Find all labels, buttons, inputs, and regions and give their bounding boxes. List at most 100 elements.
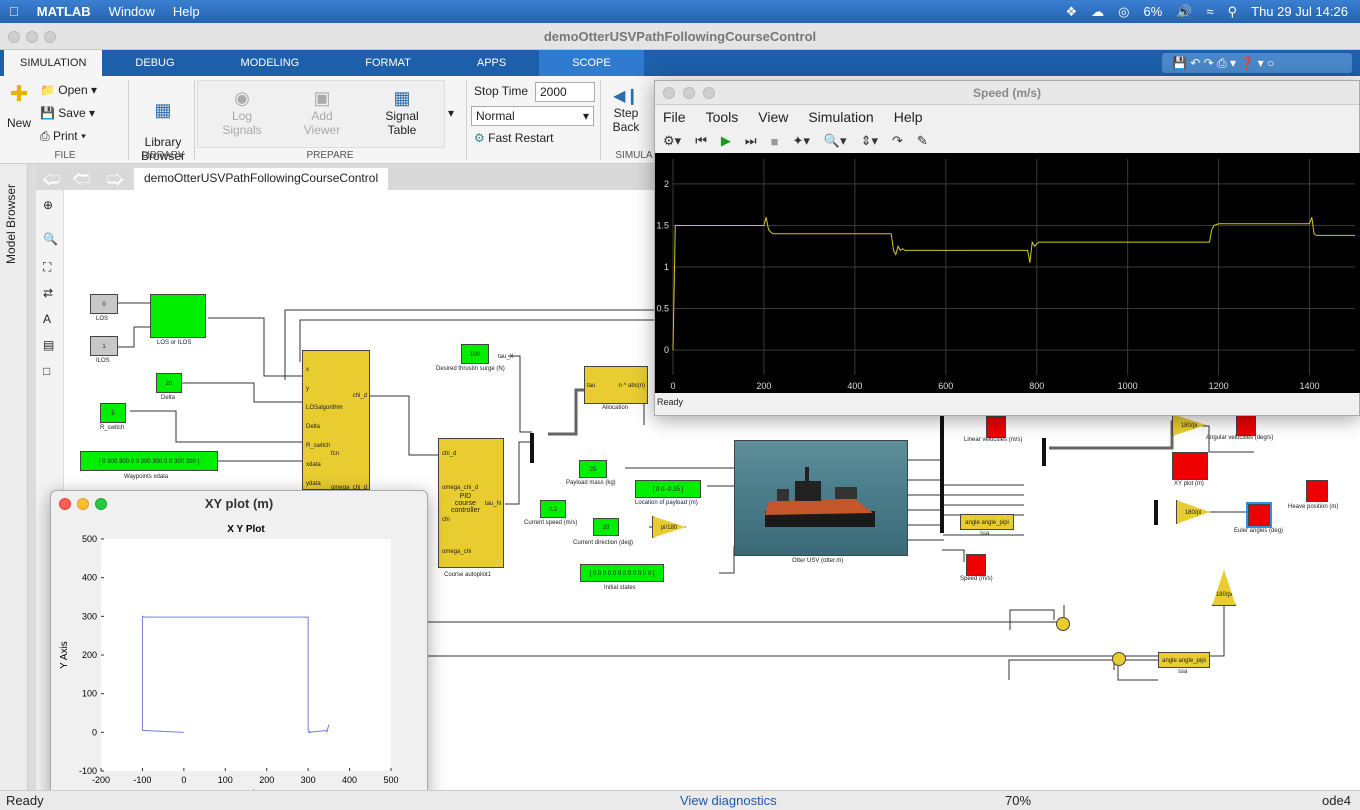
location-constant[interactable]: [ 0 0 -0.35 ] bbox=[635, 480, 701, 498]
dropbox-icon[interactable]: ❖ bbox=[1065, 4, 1077, 20]
new-button[interactable]: ✚ New bbox=[4, 82, 34, 131]
current-speed-constant[interactable]: 0.2 bbox=[540, 500, 566, 518]
run-icon[interactable]: ▶ bbox=[721, 133, 731, 149]
scale-icon[interactable]: ⇕▾ bbox=[861, 133, 878, 149]
payload-constant[interactable]: 25 bbox=[579, 460, 607, 478]
zoom-level: 70% bbox=[1005, 793, 1032, 808]
xy-zoom-button[interactable] bbox=[95, 498, 107, 510]
zoom-icon[interactable]: 🔍▾ bbox=[824, 133, 847, 149]
highlight-icon[interactable]: ✦▾ bbox=[792, 133, 809, 149]
step-back-button[interactable]: ◀❙ Step Back bbox=[604, 86, 648, 134]
search-icon[interactable]: ⚲ bbox=[1228, 4, 1238, 20]
hide-show-icon[interactable]: ⊕ bbox=[43, 198, 53, 212]
arrow-icon[interactable]: ⇄ bbox=[43, 286, 53, 300]
image-icon[interactable]: ▤ bbox=[43, 338, 54, 352]
euler-angles-scope[interactable] bbox=[1246, 502, 1272, 528]
thrust-constant[interactable]: 100 bbox=[461, 344, 489, 364]
globe-icon[interactable]: ◎ bbox=[1118, 4, 1129, 20]
tab-apps[interactable]: APPS bbox=[444, 50, 539, 76]
zoom-button[interactable] bbox=[44, 31, 56, 43]
annotation-icon[interactable]: A bbox=[43, 312, 51, 326]
xy-y-tick: 0 bbox=[92, 727, 97, 737]
scope-menu-simulation[interactable]: Simulation bbox=[808, 109, 873, 125]
scope-zoom-button[interactable] bbox=[703, 87, 715, 99]
battery-percent: 6% bbox=[1143, 4, 1163, 19]
minimize-button[interactable] bbox=[26, 31, 38, 43]
print-button[interactable]: ⎙ Print ▾ bbox=[40, 129, 86, 144]
simulation-mode-select[interactable]: Normal ▾ bbox=[471, 106, 594, 126]
xy-minimize-button[interactable] bbox=[77, 498, 89, 510]
ilos-constant[interactable]: 1 bbox=[90, 336, 118, 356]
current-direction-constant[interactable]: 20 bbox=[593, 518, 619, 536]
linear-velocities-scope[interactable] bbox=[986, 416, 1006, 438]
angular-velocities-scope[interactable] bbox=[1236, 414, 1256, 436]
edit-icon[interactable]: ✎ bbox=[917, 133, 928, 149]
breadcrumb[interactable]: demoOtterUSVPathFollowingCourseControl bbox=[134, 168, 389, 190]
ssa-block-1[interactable]: angle angle_pipi bbox=[960, 514, 1014, 530]
step-back-label: Step Back bbox=[612, 106, 640, 134]
volume-icon[interactable]: 🔊 bbox=[1176, 4, 1192, 20]
los-switch[interactable] bbox=[150, 294, 206, 338]
stop-time-input[interactable]: 2000 bbox=[535, 82, 595, 102]
step-back-icon[interactable]: ⏮ bbox=[695, 133, 707, 149]
tab-debug[interactable]: DEBUG bbox=[102, 50, 207, 76]
step-forward-icon[interactable]: ⏭ bbox=[745, 133, 757, 149]
menu-help[interactable]: Help bbox=[164, 4, 209, 19]
save-button[interactable]: 💾 Save ▾ bbox=[40, 106, 95, 120]
open-button[interactable]: 📁 Open ▾ bbox=[40, 83, 97, 97]
waypoints-x-label: Waypoints xdata bbox=[124, 474, 169, 480]
fcn-block[interactable]: x y LOSalgorithm Delta R_switch xdata yd… bbox=[302, 350, 370, 491]
allocation-block[interactable]: tau n ^ abs(n) bbox=[584, 366, 648, 404]
quick-access-toolbar[interactable]: 💾 ↶ ↷ ⎙ ▾ ❓ ▾ ○ bbox=[1162, 53, 1352, 73]
fit-view-icon[interactable]: ⛶ bbox=[43, 260, 51, 275]
tab-modeling[interactable]: MODELING bbox=[208, 50, 333, 76]
los-constant[interactable]: 0 bbox=[90, 294, 118, 314]
ssa-block-2[interactable]: angle angle_pipi bbox=[1158, 652, 1210, 668]
settings-icon[interactable]: ⚙▾ bbox=[663, 133, 681, 149]
cloud-icon[interactable]: ☁ bbox=[1091, 4, 1104, 20]
scope-x-tick: 1000 bbox=[1118, 381, 1138, 391]
waypoints-x-constant[interactable]: [ 0 300 300 0 0 300 300 0 0 300 300 ] bbox=[80, 451, 218, 471]
model-browser-tab[interactable]: Model Browser bbox=[4, 174, 18, 264]
otter-usv-block[interactable] bbox=[734, 440, 908, 556]
area-icon[interactable]: □ bbox=[43, 364, 50, 378]
tab-format[interactable]: FORMAT bbox=[332, 50, 444, 76]
fast-restart-toggle[interactable]: ⚙ Fast Restart bbox=[474, 131, 553, 145]
log-signals-button[interactable]: ◉ Log Signals bbox=[212, 88, 272, 137]
scope-menu-help[interactable]: Help bbox=[894, 109, 923, 125]
scope-menu-view[interactable]: View bbox=[758, 109, 788, 125]
sum-block-1[interactable] bbox=[1056, 617, 1070, 631]
apple-icon[interactable]:  bbox=[0, 4, 28, 19]
view-diagnostics-link[interactable]: View diagnostics bbox=[680, 793, 777, 808]
add-viewer-button[interactable]: ▣ Add Viewer bbox=[292, 88, 352, 137]
xy-plot-block[interactable] bbox=[1172, 452, 1208, 480]
wifi-icon[interactable]: ≈ bbox=[1206, 4, 1213, 19]
ssa-label-1: ssa bbox=[980, 531, 990, 537]
menu-app[interactable]: MATLAB bbox=[28, 4, 100, 19]
speed-scope[interactable] bbox=[966, 554, 986, 576]
xy-close-button[interactable] bbox=[59, 498, 71, 510]
close-button[interactable] bbox=[8, 31, 20, 43]
tab-scope[interactable]: SCOPE bbox=[539, 50, 644, 76]
signal-table-button[interactable]: ▦ Signal Table bbox=[372, 88, 432, 137]
gallery-expand-button[interactable]: ▾ bbox=[448, 106, 454, 120]
scope-menu-file[interactable]: File bbox=[663, 109, 686, 125]
pid-block[interactable]: chi_d omega_chi_d chi omega_chi PID cour… bbox=[438, 438, 504, 568]
delta-constant[interactable]: 20 bbox=[156, 373, 182, 393]
scope-x-tick: 600 bbox=[938, 381, 953, 391]
zoom-icon[interactable]: 🔍 bbox=[43, 232, 58, 246]
delta-label: Delta bbox=[161, 395, 176, 401]
solver-name[interactable]: ode4 bbox=[1322, 793, 1351, 808]
tab-simulation[interactable]: SIMULATION bbox=[4, 50, 103, 76]
scope-minimize-button[interactable] bbox=[683, 87, 695, 99]
stop-icon[interactable]: ■ bbox=[771, 134, 779, 149]
initial-states-constant[interactable]: [ 0 0 0 0 0 0 0 0 0 0 0 0 ] bbox=[580, 564, 664, 582]
scope-menu-tools[interactable]: Tools bbox=[706, 109, 739, 125]
cursor-icon[interactable]: ↷ bbox=[892, 133, 903, 149]
sum-block-2[interactable] bbox=[1112, 652, 1126, 666]
scope-close-button[interactable] bbox=[663, 87, 675, 99]
heave-scope[interactable] bbox=[1306, 480, 1328, 502]
menu-window[interactable]: Window bbox=[100, 4, 164, 19]
rswitch-constant[interactable]: 5 bbox=[100, 403, 126, 423]
library-browser-button[interactable]: ▦ Library Browser bbox=[136, 86, 190, 177]
